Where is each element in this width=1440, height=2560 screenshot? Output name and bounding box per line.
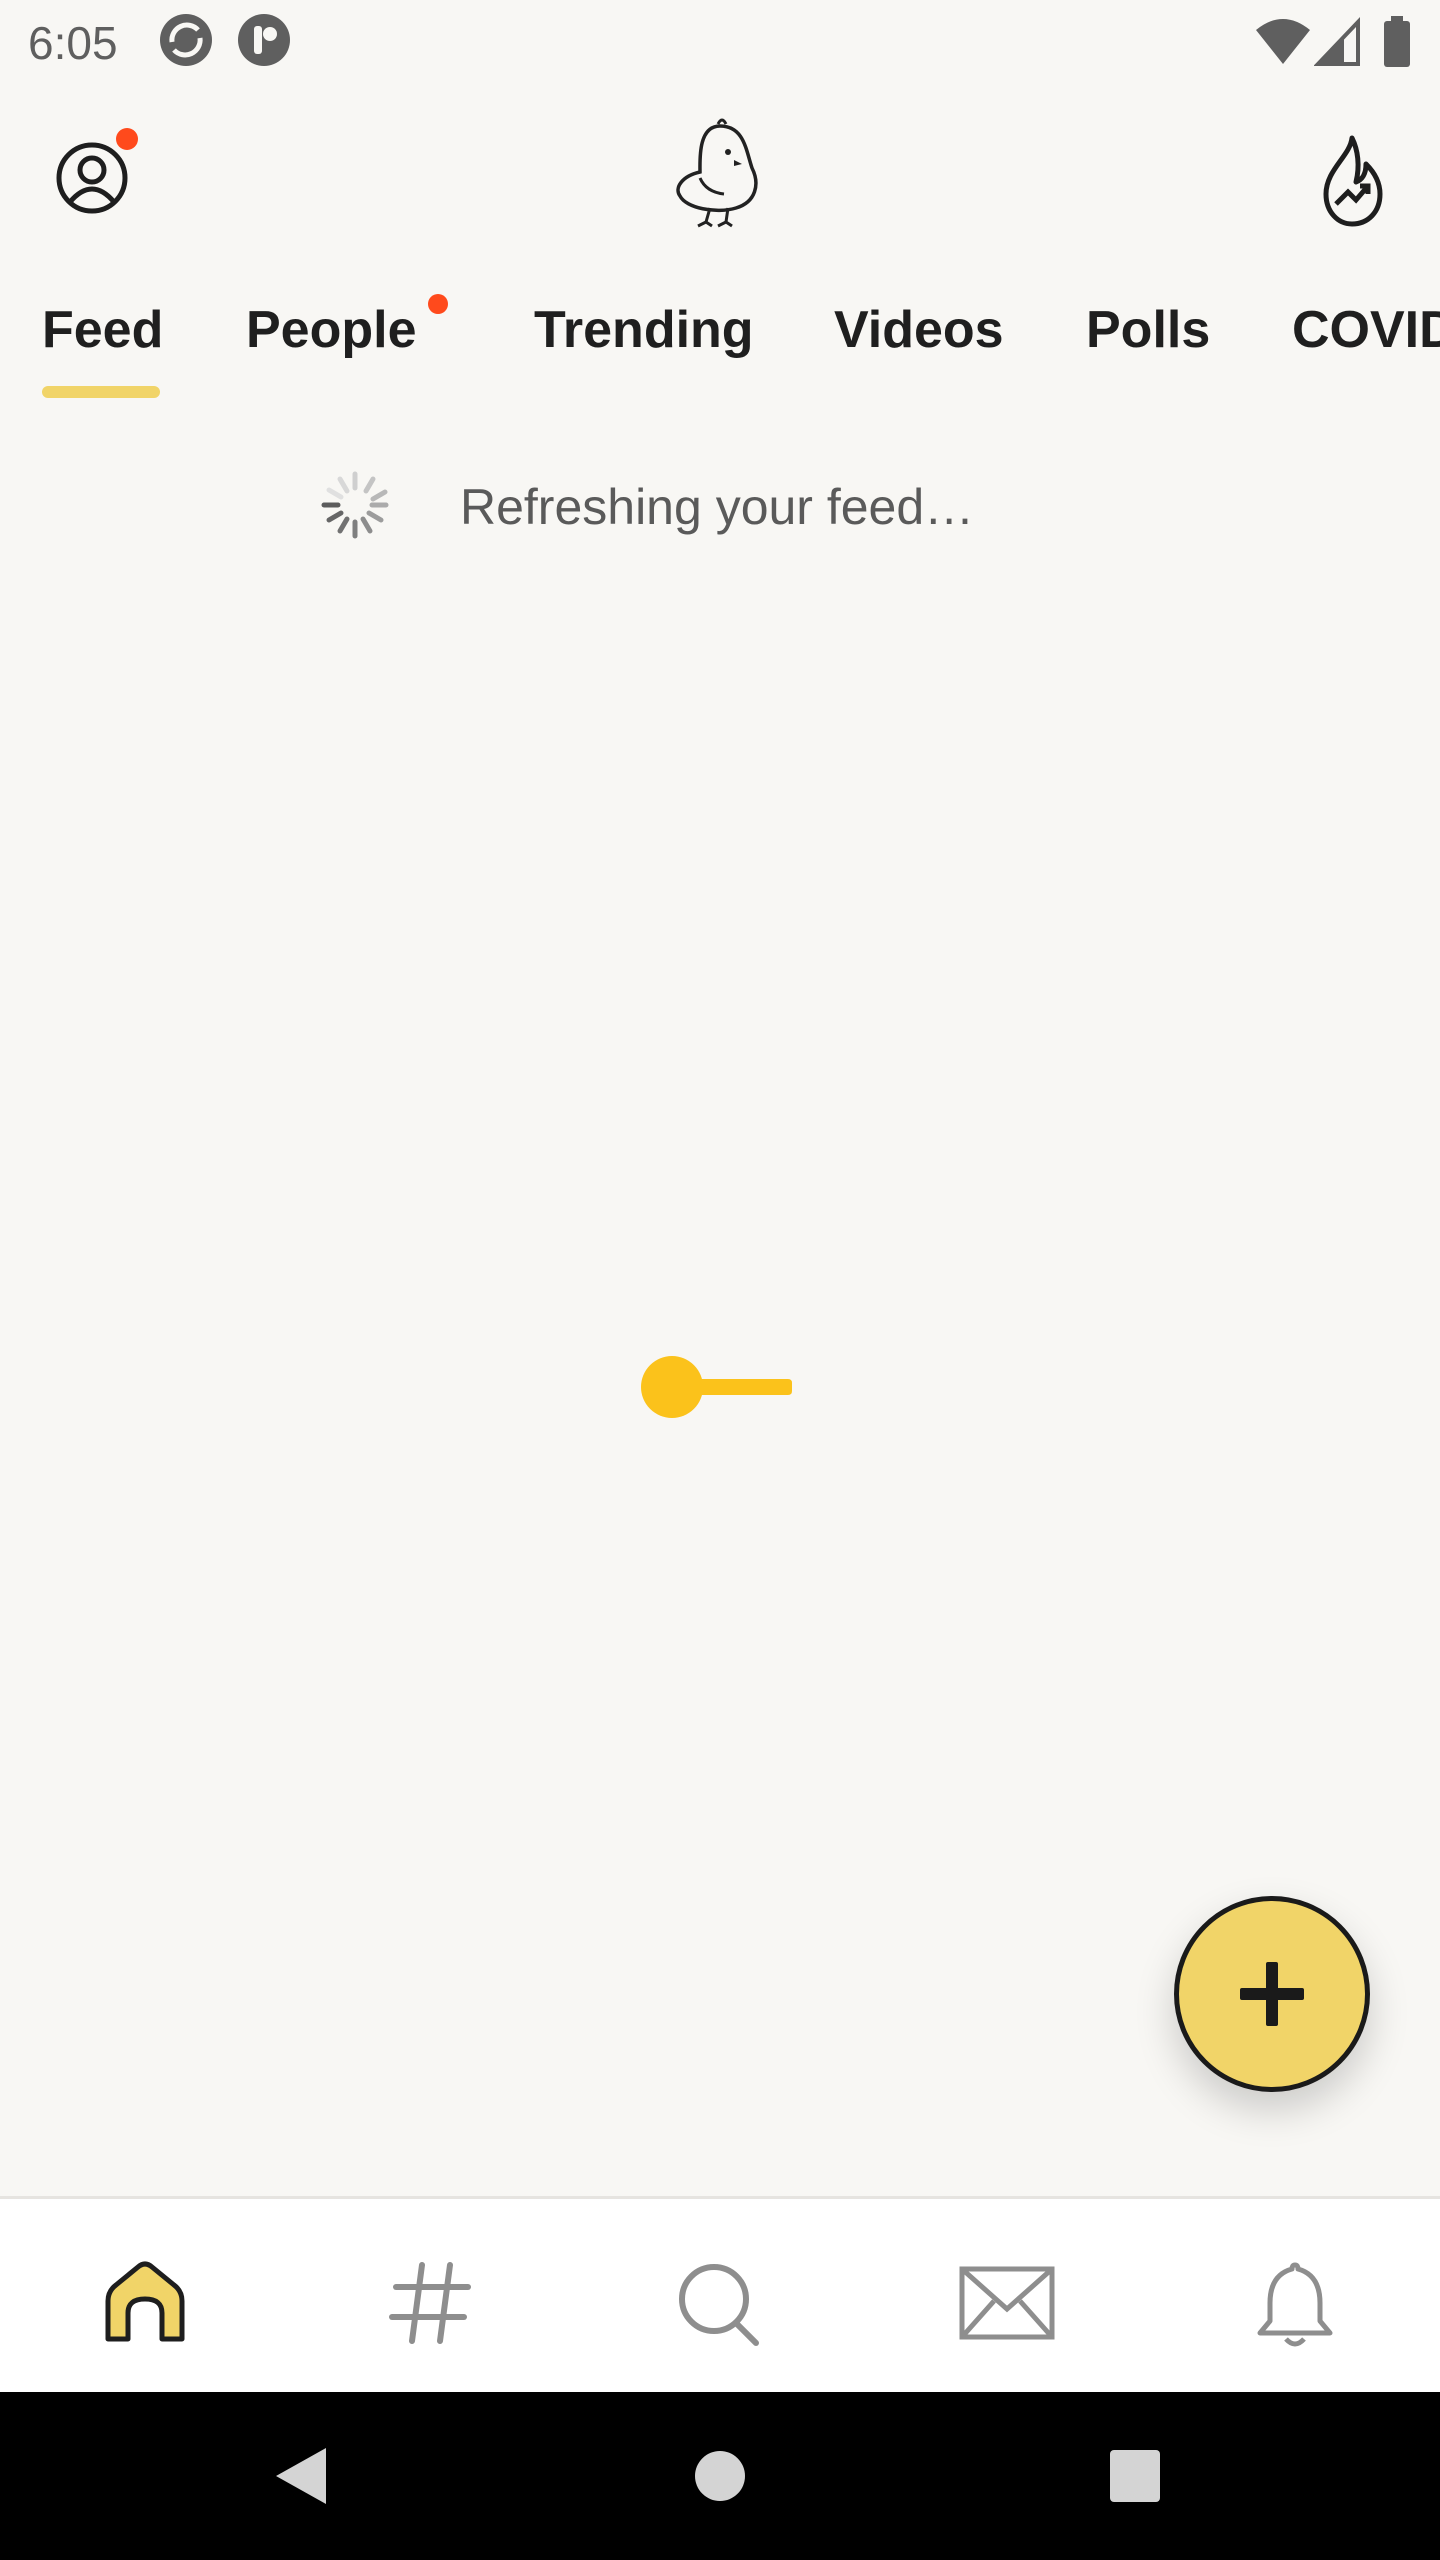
tab-feed[interactable]: Feed <box>42 300 163 360</box>
signal-icon <box>1314 17 1360 66</box>
system-navigation-bar <box>0 2392 1440 2560</box>
back-icon[interactable] <box>272 2444 330 2508</box>
spinner-icon <box>321 471 389 539</box>
tab-people[interactable]: People <box>246 300 417 360</box>
loading-indicator <box>641 1356 792 1418</box>
status-bar: 6:05 <box>0 0 1440 84</box>
wifi-icon <box>1256 19 1310 64</box>
tab-trending[interactable]: Trending <box>534 300 754 360</box>
sync-app-icon <box>160 14 212 66</box>
home-icon[interactable] <box>90 2255 200 2351</box>
recents-icon[interactable] <box>1108 2444 1162 2508</box>
feed-tabs: Feed People Trending Videos Polls COVID <box>0 280 1440 410</box>
trending-flame-icon[interactable] <box>1306 132 1396 228</box>
refresh-text: Refreshing your feed… <box>460 479 975 535</box>
plus-icon <box>1240 1962 1304 2026</box>
bell-icon[interactable] <box>1240 2255 1350 2351</box>
tab-covid[interactable]: COVID <box>1292 300 1440 360</box>
search-icon[interactable] <box>664 2255 774 2351</box>
status-time: 6:05 <box>28 17 118 69</box>
bottom-navigation <box>0 2196 1440 2392</box>
mail-icon[interactable] <box>952 2255 1062 2351</box>
battery-icon <box>1384 16 1410 67</box>
top-app-bar <box>0 110 1440 240</box>
people-notification-dot <box>428 294 448 314</box>
pill-app-icon <box>238 14 290 66</box>
hashtag-icon[interactable] <box>376 2255 486 2351</box>
create-post-button[interactable] <box>1174 1896 1370 2092</box>
tab-polls[interactable]: Polls <box>1086 300 1210 360</box>
tab-videos[interactable]: Videos <box>834 300 1004 360</box>
home-circle-icon[interactable] <box>694 2444 746 2508</box>
refresh-status: Refreshing your feed… <box>0 460 1440 550</box>
active-tab-indicator <box>42 386 160 398</box>
profile-notification-dot <box>116 128 138 150</box>
koo-bird-logo[interactable] <box>670 110 770 228</box>
